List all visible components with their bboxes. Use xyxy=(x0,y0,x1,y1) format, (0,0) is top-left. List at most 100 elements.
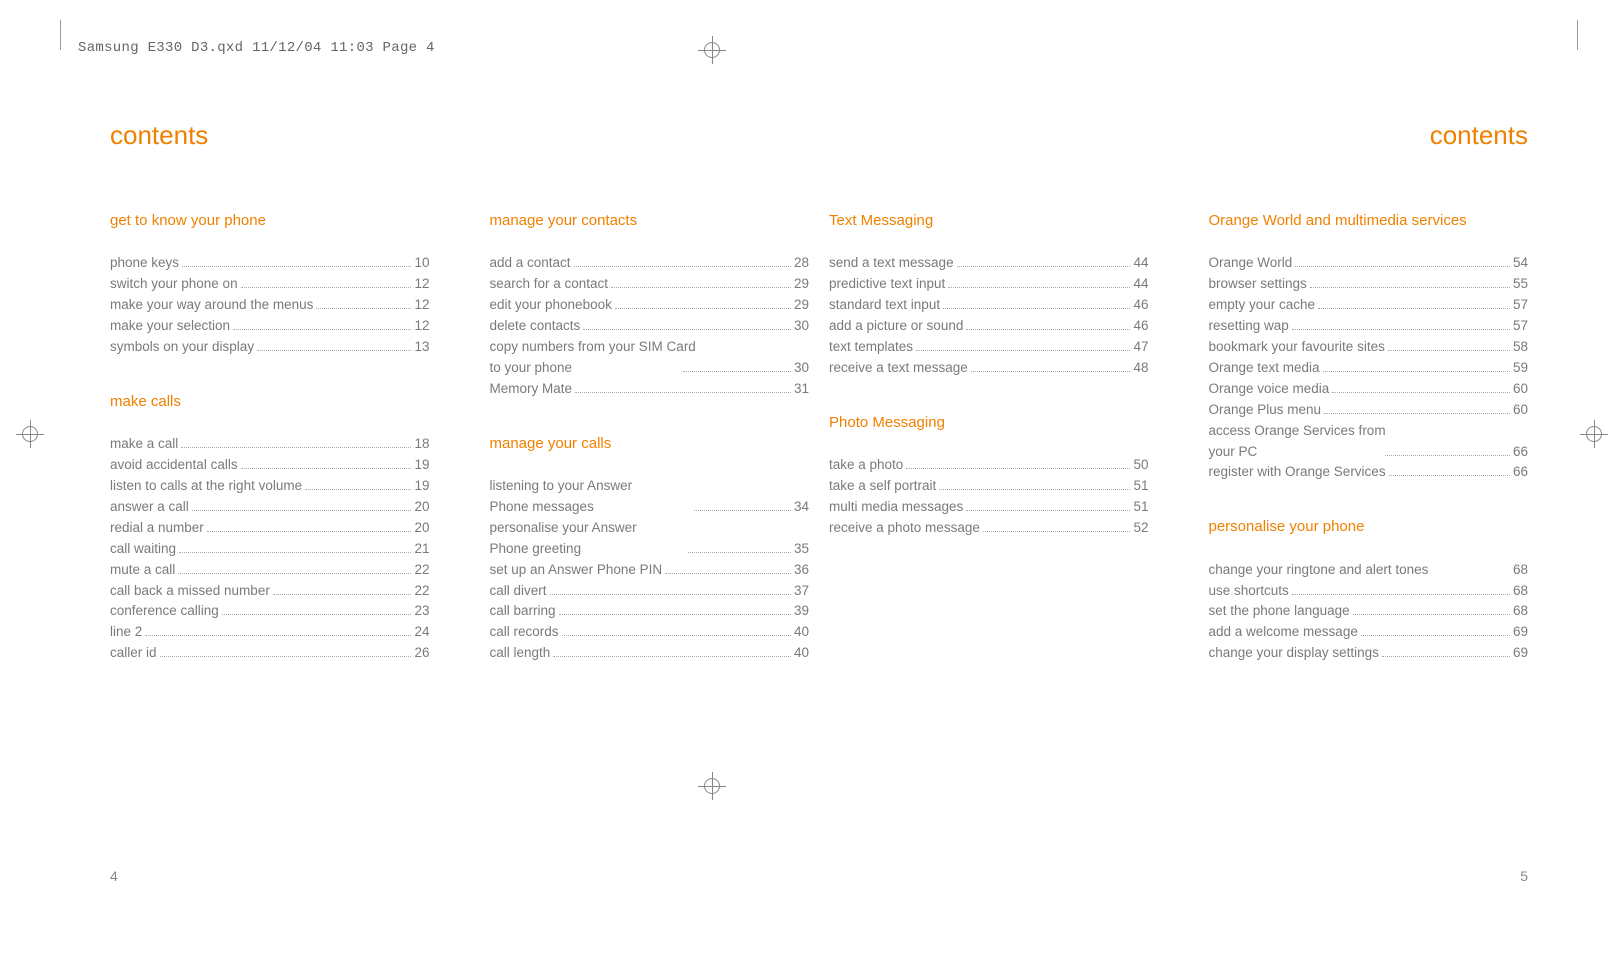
leader-dots xyxy=(1385,455,1510,456)
toc-entry-text: call records xyxy=(490,622,559,643)
toc-entry: Orange World54 xyxy=(1209,253,1529,274)
toc-entry-text: use shortcuts xyxy=(1209,581,1289,602)
toc-entry: receive a text message48 xyxy=(829,358,1149,379)
toc-entry: change your display settings69 xyxy=(1209,643,1529,664)
leader-dots xyxy=(316,308,411,309)
running-head-right: contents xyxy=(829,120,1528,151)
toc-entry-page: 68 xyxy=(1513,601,1528,622)
toc-entry-page: 68 xyxy=(1513,581,1528,602)
toc-entry-page: 68 xyxy=(1513,560,1528,581)
toc-entry-text: make a call xyxy=(110,434,178,455)
toc-entry-text: Orange Plus menu xyxy=(1209,400,1322,421)
toc-entry-page: 20 xyxy=(414,497,429,518)
toc-section-title: get to know your phone xyxy=(110,211,430,231)
toc-entry: add a welcome message69 xyxy=(1209,622,1529,643)
toc-section-title: Orange World and multimedia services xyxy=(1209,211,1529,231)
toc-entry-page: 36 xyxy=(794,560,809,581)
toc-entry-page: 10 xyxy=(414,253,429,274)
registration-mark-icon xyxy=(698,36,726,64)
toc-entry: browser settings55 xyxy=(1209,274,1529,295)
toc-entry-text: to your phone xyxy=(490,358,681,379)
leader-dots xyxy=(906,468,1130,469)
leader-dots xyxy=(273,594,412,595)
toc-entry: listening to your AnswerPhone messages34 xyxy=(490,476,810,518)
toc-entry-text: switch your phone on xyxy=(110,274,238,295)
page-number: 4 xyxy=(110,868,118,884)
toc-entry-page: 40 xyxy=(794,643,809,664)
toc-entry-page: 30 xyxy=(794,358,809,379)
toc-entry: empty your cache57 xyxy=(1209,295,1529,316)
toc-entry-text: add a contact xyxy=(490,253,571,274)
toc-entry: Orange text media59 xyxy=(1209,358,1529,379)
toc-entry-page: 51 xyxy=(1133,476,1148,497)
toc-entry: Orange voice media60 xyxy=(1209,379,1529,400)
toc-entry-text: Orange World xyxy=(1209,253,1293,274)
toc-entry-page: 28 xyxy=(794,253,809,274)
toc-entry-page: 66 xyxy=(1513,462,1528,483)
toc-entry: avoid accidental calls 19 xyxy=(110,455,430,476)
leader-dots xyxy=(178,573,411,574)
toc-entry-text: Phone messages xyxy=(490,497,691,518)
toc-entry-page: 60 xyxy=(1513,379,1528,400)
toc-entry-page: 69 xyxy=(1513,643,1528,664)
toc-entry: conference calling23 xyxy=(110,601,430,622)
toc-entry: copy numbers from your SIM Cardto your p… xyxy=(490,337,810,379)
leader-dots xyxy=(145,635,411,636)
leader-dots xyxy=(683,371,791,372)
toc-entry-text: register with Orange Services xyxy=(1209,462,1386,483)
toc-entry: call records40 xyxy=(490,622,810,643)
toc-entry-text: receive a photo message xyxy=(829,518,980,539)
toc-entry: take a photo50 xyxy=(829,455,1149,476)
toc-entry: listen to calls at the right volume19 xyxy=(110,476,430,497)
leader-dots xyxy=(574,266,791,267)
toc-entry: access Orange Services fromyour PC66 xyxy=(1209,421,1529,463)
toc-entry-page: 29 xyxy=(794,274,809,295)
page-spread: contents get to know your phone phone key… xyxy=(100,100,1538,854)
toc-entry: send a text message44 xyxy=(829,253,1149,274)
toc-column: manage your contactsadd a contact28searc… xyxy=(490,211,810,698)
toc-entry-page: 37 xyxy=(794,581,809,602)
toc-entry: personalise your AnswerPhone greeting35 xyxy=(490,518,810,560)
toc-entry-text: resetting wap xyxy=(1209,316,1289,337)
leader-dots xyxy=(550,594,791,595)
leader-dots xyxy=(694,510,791,511)
toc-entry-text: receive a text message xyxy=(829,358,968,379)
toc-entry-page: 19 xyxy=(414,455,429,476)
leader-dots xyxy=(1323,371,1510,372)
toc-column: Text Messagingsend a text message44predi… xyxy=(829,211,1149,698)
leader-dots xyxy=(983,531,1131,532)
toc-entry: search for a contact29 xyxy=(490,274,810,295)
toc-entry-page: 22 xyxy=(414,581,429,602)
toc-entry-page: 44 xyxy=(1133,274,1148,295)
toc-entry-page: 46 xyxy=(1133,316,1148,337)
toc-entry-text: take a self portrait xyxy=(829,476,936,497)
toc-entry-text: make your selection xyxy=(110,316,230,337)
leader-dots xyxy=(615,308,791,309)
toc-entry-page: 20 xyxy=(414,518,429,539)
toc-entry: answer a call20 xyxy=(110,497,430,518)
toc-entry-text: conference calling xyxy=(110,601,219,622)
leader-dots xyxy=(1361,635,1510,636)
running-head-left: contents xyxy=(110,120,809,151)
leader-dots xyxy=(222,614,412,615)
toc-entry-text: predictive text input xyxy=(829,274,945,295)
page-number: 5 xyxy=(1520,868,1528,884)
toc-entry-page: 21 xyxy=(414,539,429,560)
toc-entry-text: avoid accidental calls xyxy=(110,455,238,476)
leader-dots xyxy=(1310,287,1510,288)
toc-entry-text: standard text input xyxy=(829,295,940,316)
toc-entry-text: change your ringtone and alert tones xyxy=(1209,560,1429,581)
toc-entry-page: 12 xyxy=(414,274,429,295)
leader-dots xyxy=(233,329,411,330)
toc-entry: add a picture or sound46 xyxy=(829,316,1149,337)
leader-dots xyxy=(562,635,791,636)
toc-entry: call barring39 xyxy=(490,601,810,622)
toc-entry: add a contact 28 xyxy=(490,253,810,274)
leader-dots xyxy=(1389,475,1510,476)
toc-column: Orange World and multimedia services Oran… xyxy=(1209,211,1529,698)
leader-dots xyxy=(957,266,1131,267)
leader-dots xyxy=(1292,594,1510,595)
toc-section: manage your contactsadd a contact28searc… xyxy=(490,211,810,400)
toc-section: Text Messagingsend a text message44predi… xyxy=(829,211,1149,379)
toc-entry-text: phone keys xyxy=(110,253,179,274)
